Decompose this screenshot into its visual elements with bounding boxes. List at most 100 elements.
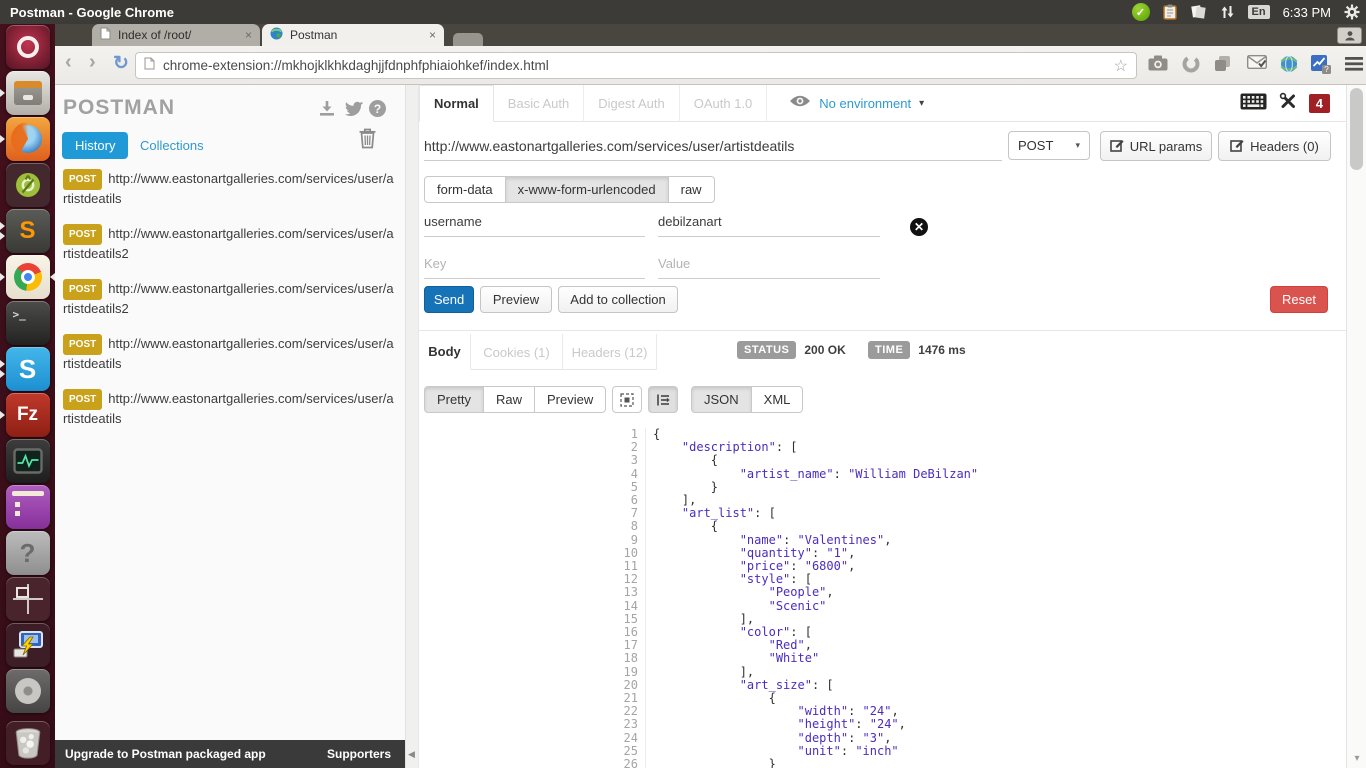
skype-tray-icon[interactable]: ✓ <box>1132 3 1150 21</box>
notes-tray-icon[interactable] <box>1190 5 1207 20</box>
headers-button[interactable]: Headers (0) <box>1218 131 1331 161</box>
tab-xml[interactable]: XML <box>751 386 804 413</box>
keyboard-layout-indicator[interactable]: En <box>1248 5 1270 19</box>
send-button[interactable]: Send <box>424 286 474 313</box>
tab-response-headers[interactable]: Headers (12) <box>563 334 657 370</box>
url-params-button[interactable]: URL params <box>1100 131 1212 161</box>
sidebar-tab-history[interactable]: History <box>62 132 128 159</box>
new-value-input[interactable] <box>658 249 880 279</box>
scrollbar-track[interactable]: ▾ <box>1346 85 1366 768</box>
tab-digest-auth[interactable]: Digest Auth <box>584 85 680 122</box>
scrollbar-down-arrow[interactable]: ▾ <box>1347 753 1366 764</box>
param-value-input[interactable] <box>658 207 880 237</box>
workspace-switcher-icon <box>6 577 50 621</box>
system-tray: ✓ En 6:33 PM <box>1132 0 1360 24</box>
remove-param-icon[interactable]: ✕ <box>910 218 928 236</box>
forward-button[interactable]: › <box>89 51 96 74</box>
omnibox[interactable]: chrome-extension://mkhojklkhkdaghjjfdnph… <box>135 52 1137 79</box>
launcher-item-disk-utility[interactable] <box>0 668 55 714</box>
browser-tab-index-of-root[interactable]: Index of /root/ × <box>92 24 260 46</box>
keyboard-shortcuts-icon[interactable] <box>1240 93 1267 115</box>
swirl-extension-icon[interactable] <box>1182 55 1200 78</box>
launcher-item-ubuntu-dash[interactable] <box>0 24 55 70</box>
collapse-sidebar-arrow[interactable]: ◀ <box>408 749 415 760</box>
launcher-item-terminal[interactable]: >_ <box>0 300 55 346</box>
launcher-item-file-manager[interactable] <box>0 70 55 116</box>
globe-extension-icon[interactable] <box>1280 55 1298 78</box>
param-key-input[interactable] <box>424 207 645 237</box>
launcher-item-unknown-app[interactable]: ? <box>0 530 55 576</box>
profile-avatar-button[interactable] <box>1337 27 1362 44</box>
tab-title: Postman <box>290 28 422 42</box>
address-url[interactable]: chrome-extension://mkhojklkhkdaghjjfdnph… <box>163 58 1106 73</box>
clipboard-tray-icon[interactable] <box>1163 4 1177 20</box>
preview-button[interactable]: Preview <box>480 286 552 313</box>
status-badge: STATUS <box>737 341 796 359</box>
tab-raw[interactable]: raw <box>668 176 715 203</box>
mail-check-extension-icon[interactable] <box>1247 55 1267 75</box>
sidebar-tab-collections[interactable]: Collections <box>140 138 204 153</box>
history-item[interactable]: POSThttp://www.eastonartgalleries.com/se… <box>63 224 395 262</box>
notification-badge[interactable]: 4 <box>1309 94 1330 113</box>
upgrade-link[interactable]: Upgrade to Postman packaged app <box>65 747 327 761</box>
new-key-input[interactable] <box>424 249 645 279</box>
request-url-input[interactable] <box>424 131 1002 161</box>
network-arrows-icon[interactable] <box>1220 5 1235 19</box>
history-item[interactable]: POSThttp://www.eastonartgalleries.com/se… <box>63 169 395 207</box>
tab-basic-auth[interactable]: Basic Auth <box>494 85 584 122</box>
supporters-link[interactable]: Supporters <box>327 747 391 761</box>
launcher-item-remote-desktop[interactable] <box>0 622 55 668</box>
reload-button[interactable]: ↻ <box>113 52 129 75</box>
tab-json[interactable]: JSON <box>691 386 752 413</box>
scrollbar-thumb[interactable] <box>1350 88 1363 170</box>
menu-hamburger-icon[interactable] <box>1345 57 1363 76</box>
postman-sidebar: POSTMAN ? History Collections POSThttp:/… <box>55 85 405 768</box>
tab-form-data[interactable]: form-data <box>424 176 506 203</box>
history-item[interactable]: POSThttp://www.eastonartgalleries.com/se… <box>63 389 395 427</box>
analytics-extension-icon[interactable]: ? <box>1311 55 1331 79</box>
history-item[interactable]: POSThttp://www.eastonartgalleries.com/se… <box>63 334 395 372</box>
launcher-item-media-app[interactable] <box>0 484 55 530</box>
tab-close-icon[interactable]: × <box>245 28 252 42</box>
stack-extension-icon[interactable] <box>1214 55 1232 77</box>
response-code-viewer[interactable]: 1234567891011121314151617181920212223242… <box>610 428 1340 768</box>
environment-selector[interactable]: No environment ▾ <box>789 85 924 121</box>
tab-normal[interactable]: Normal <box>419 85 494 122</box>
download-icon[interactable] <box>318 100 336 122</box>
tab-oauth-1[interactable]: OAuth 1.0 <box>680 85 768 122</box>
ubuntu-dash-icon <box>6 25 50 69</box>
expand-response-button[interactable] <box>612 386 642 413</box>
tab-close-icon[interactable]: × <box>429 28 436 42</box>
bookmark-star-icon[interactable]: ☆ <box>1114 56 1128 76</box>
tab-preview-view[interactable]: Preview <box>534 386 606 413</box>
launcher-item-firefox[interactable] <box>0 116 55 162</box>
collapse-indent-button[interactable] <box>648 386 678 413</box>
tab-raw-view[interactable]: Raw <box>483 386 535 413</box>
trash-icon[interactable] <box>358 127 377 154</box>
browser-tab-postman[interactable]: Postman × <box>262 24 444 46</box>
launcher-item-sublime-text[interactable]: S <box>0 208 55 254</box>
help-icon[interactable]: ? <box>369 100 386 117</box>
screenshot-extension-icon[interactable] <box>1148 55 1168 76</box>
tab-response-cookies[interactable]: Cookies (1) <box>471 334 563 370</box>
launcher-item-workspace-switcher[interactable] <box>0 576 55 622</box>
tools-icon[interactable] <box>1279 92 1297 115</box>
method-select[interactable]: POST ▾ <box>1008 131 1090 160</box>
reset-button[interactable]: Reset <box>1270 286 1328 313</box>
launcher-item-chrome[interactable] <box>0 254 55 300</box>
launcher-item-trash[interactable] <box>0 720 55 766</box>
launcher-item-filezilla[interactable]: Fz <box>0 392 55 438</box>
back-button[interactable]: ‹ <box>65 51 72 74</box>
tab-x-www-form-urlencoded[interactable]: x-www-form-urlencoded <box>505 176 669 203</box>
launcher-item-android-studio[interactable] <box>0 162 55 208</box>
tab-response-body[interactable]: Body <box>419 334 471 370</box>
twitter-icon[interactable] <box>344 100 363 121</box>
launcher-item-system-monitor[interactable] <box>0 438 55 484</box>
add-to-collection-button[interactable]: Add to collection <box>558 286 678 313</box>
settings-gear-icon[interactable] <box>1344 4 1360 20</box>
tab-pretty[interactable]: Pretty <box>424 386 484 413</box>
history-item[interactable]: POSThttp://www.eastonartgalleries.com/se… <box>63 279 395 317</box>
launcher-item-skype[interactable]: S <box>0 346 55 392</box>
clock[interactable]: 6:33 PM <box>1283 5 1331 20</box>
new-tab-button[interactable] <box>453 33 483 46</box>
